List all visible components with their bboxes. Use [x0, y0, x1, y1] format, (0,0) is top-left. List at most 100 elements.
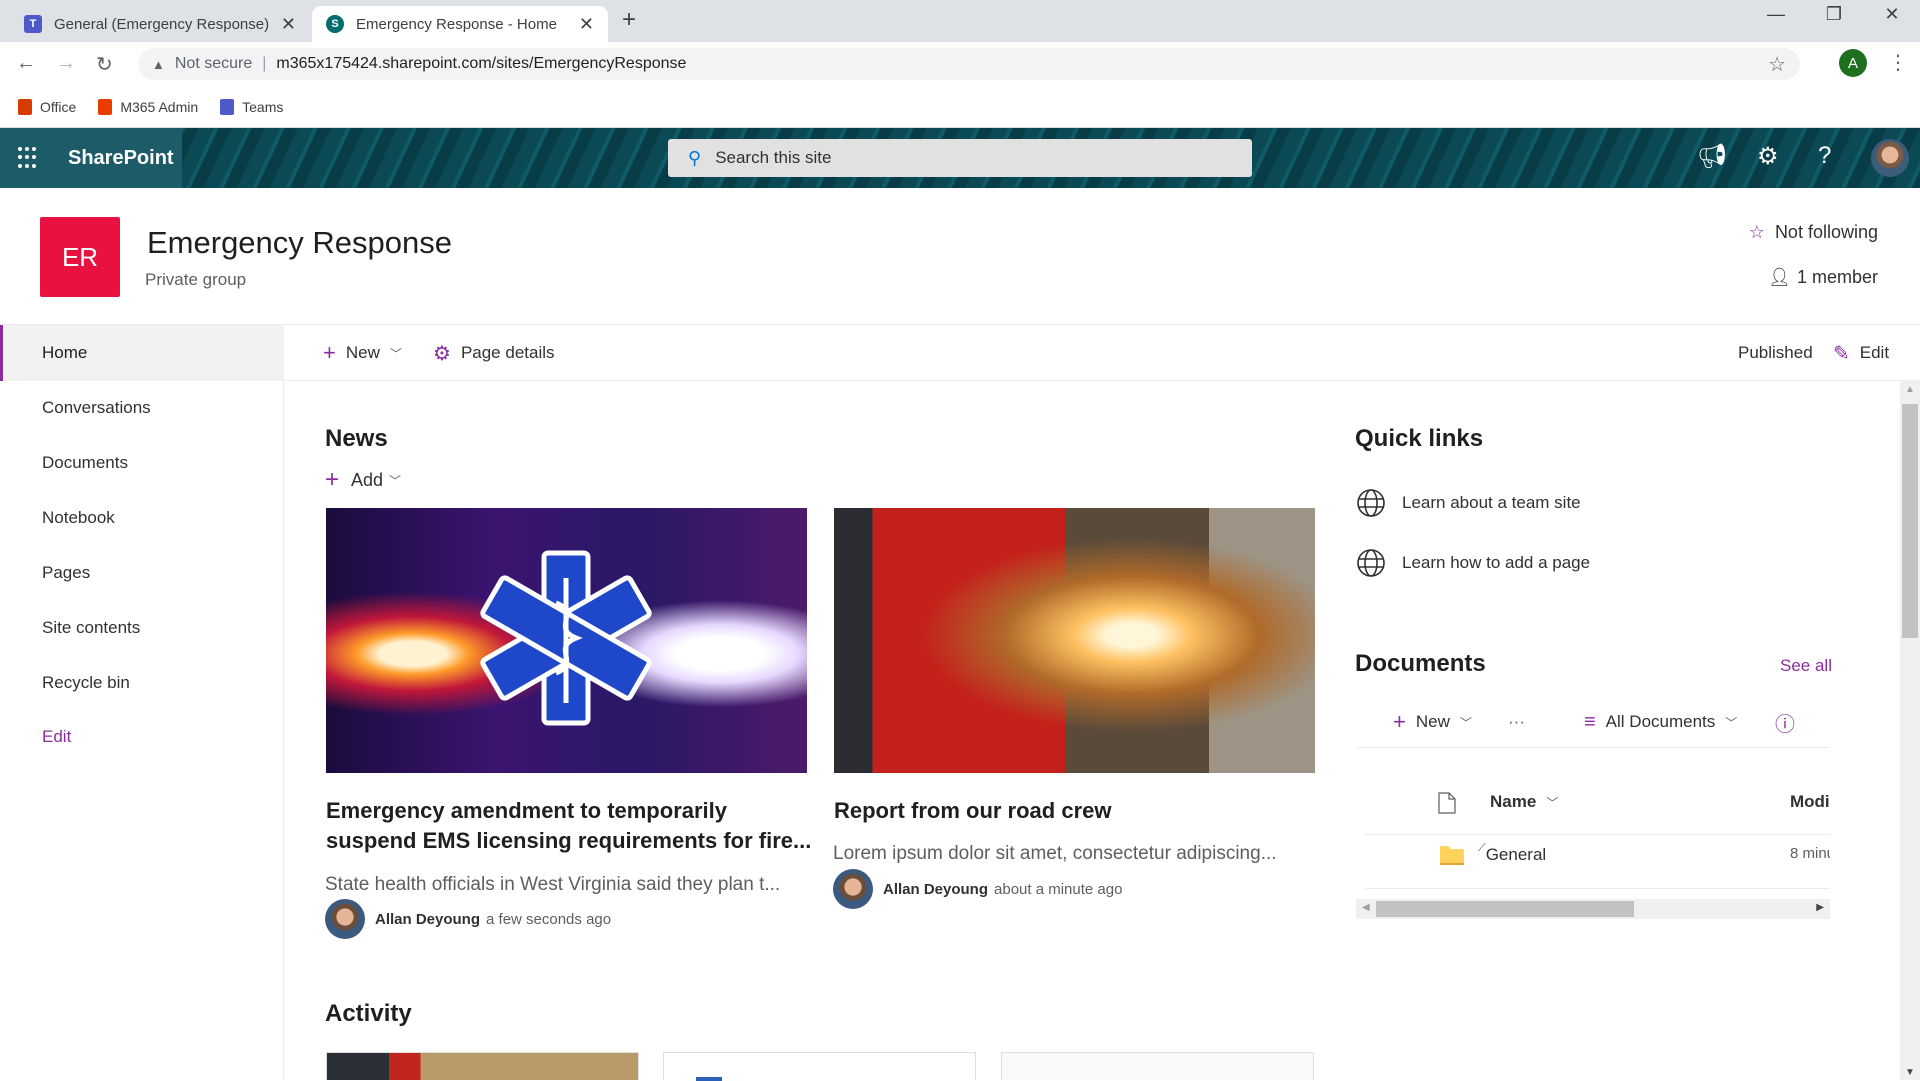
bookmark-office[interactable]: Office	[18, 98, 76, 115]
plus-icon: +	[323, 340, 336, 365]
doc-new-label: New	[1415, 712, 1450, 731]
browser-menu-icon[interactable]: ⋮	[1888, 50, 1908, 75]
divider	[1356, 747, 1830, 748]
user-avatar[interactable]	[1871, 139, 1909, 177]
activity-card[interactable]	[326, 1052, 639, 1080]
nav-item-pages[interactable]: Pages	[0, 545, 284, 601]
bookmark-teams[interactable]: Teams	[220, 98, 283, 115]
nav-item-site-contents[interactable]: Site contents	[0, 600, 284, 656]
add-news-button[interactable]: + Add ﹀	[325, 466, 401, 494]
chevron-down-icon: ﹀	[1546, 795, 1559, 810]
activity-heading: Activity	[325, 1000, 412, 1027]
site-title[interactable]: Emergency Response	[147, 225, 452, 261]
file-type-column-header[interactable]	[1438, 792, 1456, 814]
office-icon	[98, 98, 113, 115]
scroll-left-icon[interactable]: ◀	[1362, 902, 1370, 913]
reload-icon[interactable]: ↻	[96, 52, 113, 77]
quick-link-item[interactable]: Learn about a team site	[1356, 488, 1581, 518]
chevron-down-icon: ﹀	[389, 473, 402, 488]
horizontal-scrollbar[interactable]: ◀ ▶	[1356, 899, 1830, 919]
edit-page-button[interactable]: ✎ Edit	[1833, 325, 1889, 381]
scroll-down-icon[interactable]: ▼	[1905, 1067, 1915, 1078]
see-all-link[interactable]: See all	[1780, 656, 1832, 676]
profile-avatar[interactable]: A	[1839, 49, 1867, 77]
browser-tab-teams[interactable]: T General (Emergency Response) | Microso…	[10, 6, 310, 42]
new-item-icon: ⟋	[1478, 841, 1486, 854]
nav-item-notebook[interactable]: Notebook	[0, 490, 284, 546]
page-command-bar: + New ﹀ ⚙ Page details Published ✎ Edit	[285, 325, 1920, 381]
news-title-line: suspend EMS licensing requirements for f…	[326, 828, 812, 853]
view-selector[interactable]: ≡ All Documents ﹀	[1584, 706, 1737, 738]
scroll-up-icon[interactable]: ▲	[1905, 384, 1915, 395]
news-item-author: Allan Deyoung a few seconds ago	[325, 899, 611, 939]
news-image-fire-truck[interactable]	[834, 508, 1315, 773]
nav-item-recycle-bin[interactable]: Recycle bin	[0, 655, 284, 711]
modified-column-header[interactable]: Modi	[1790, 792, 1830, 812]
column-label: Name	[1490, 792, 1537, 811]
document-name[interactable]: General	[1486, 845, 1546, 865]
gear-icon[interactable]: ⚙	[1757, 142, 1779, 171]
scroll-right-icon[interactable]: ▶	[1816, 902, 1824, 913]
author-name[interactable]: Allan Deyoung	[375, 911, 480, 928]
new-label: New	[345, 343, 380, 362]
news-title-line: Emergency amendment to temporarily	[326, 798, 728, 823]
app-name[interactable]: SharePoint	[68, 147, 174, 170]
divider	[1365, 888, 1830, 889]
view-label: All Documents	[1605, 712, 1716, 731]
news-heading: News	[325, 425, 388, 452]
new-button[interactable]: + New ﹀	[323, 325, 402, 381]
scroll-thumb[interactable]	[1902, 404, 1918, 638]
doc-new-button[interactable]: + New ﹀	[1393, 706, 1472, 738]
members-button[interactable]: 👤︎ 1 member	[1768, 267, 1878, 288]
office-icon	[18, 98, 32, 115]
quick-link-item[interactable]: Learn how to add a page	[1356, 548, 1590, 578]
author-name[interactable]: Allan Deyoung	[883, 881, 988, 898]
browser-tab-sharepoint[interactable]: S Emergency Response - Home ✕	[312, 6, 608, 42]
nav-item-documents[interactable]: Documents	[0, 435, 284, 491]
restore-icon[interactable]: ❐	[1814, 4, 1854, 25]
news-item-title[interactable]: Emergency amendment to temporarily suspe…	[326, 796, 811, 856]
plus-icon: +	[1393, 709, 1406, 734]
bookmark-m365-admin[interactable]: M365 Admin	[98, 98, 198, 115]
suite-brand: SharePoint	[0, 128, 182, 188]
help-icon[interactable]: ?	[1818, 142, 1831, 170]
vertical-scrollbar[interactable]: ▲ ▼	[1900, 380, 1920, 1080]
bookmark-star-icon[interactable]: ☆	[1768, 52, 1786, 77]
news-image-ems[interactable]	[326, 508, 807, 773]
scroll-thumb[interactable]	[1376, 901, 1634, 917]
activity-card[interactable]	[663, 1052, 976, 1081]
security-label: Not secure	[174, 55, 253, 72]
close-tab-icon[interactable]: ✕	[579, 14, 594, 35]
minimize-icon[interactable]: —	[1756, 4, 1796, 25]
info-button[interactable]: ⓘ	[1775, 706, 1795, 738]
megaphone-icon[interactable]: 📢︎	[1697, 142, 1727, 171]
author-avatar[interactable]	[325, 899, 365, 939]
news-item-description: State health officials in West Virginia …	[325, 874, 781, 895]
address-bar-row: ← → ↻ ▲ Not secure | m365x175424.sharepo…	[0, 42, 1920, 86]
author-avatar[interactable]	[833, 869, 873, 909]
add-label: Add	[351, 469, 384, 490]
url-input[interactable]: ▲ Not secure | m365x175424.sharepoint.co…	[138, 48, 1800, 80]
nav-edit-link[interactable]: Edit	[0, 709, 284, 765]
document-row[interactable]: ⟋ General	[1440, 841, 1546, 865]
forward-icon[interactable]: →	[56, 52, 76, 75]
site-search-input[interactable]: ⚲ Search this site	[668, 139, 1252, 177]
close-tab-icon[interactable]: ✕	[281, 14, 296, 35]
close-window-icon[interactable]: ✕	[1872, 4, 1912, 25]
site-logo: ER	[40, 217, 120, 297]
more-options-button[interactable]: ···	[1508, 706, 1525, 738]
news-item-title[interactable]: Report from our road crew	[834, 796, 1111, 826]
page-details-button[interactable]: ⚙ Page details	[433, 325, 555, 381]
back-icon[interactable]: ←	[16, 52, 36, 75]
new-tab-button[interactable]: +	[622, 6, 636, 34]
nav-item-conversations[interactable]: Conversations	[0, 380, 284, 436]
nav-item-home[interactable]: Home	[0, 325, 284, 381]
left-nav: Home Conversations Documents Notebook Pa…	[0, 325, 284, 1080]
activity-card[interactable]	[1001, 1052, 1314, 1080]
name-column-header[interactable]: Name ﹀	[1490, 792, 1558, 812]
follow-button[interactable]: ☆ Not following	[1749, 222, 1878, 243]
person-icon: 👤︎	[1768, 267, 1791, 287]
view-lines-icon: ≡	[1584, 710, 1596, 733]
app-launcher-icon[interactable]	[18, 147, 40, 169]
chevron-down-icon: ﹀	[389, 346, 402, 361]
